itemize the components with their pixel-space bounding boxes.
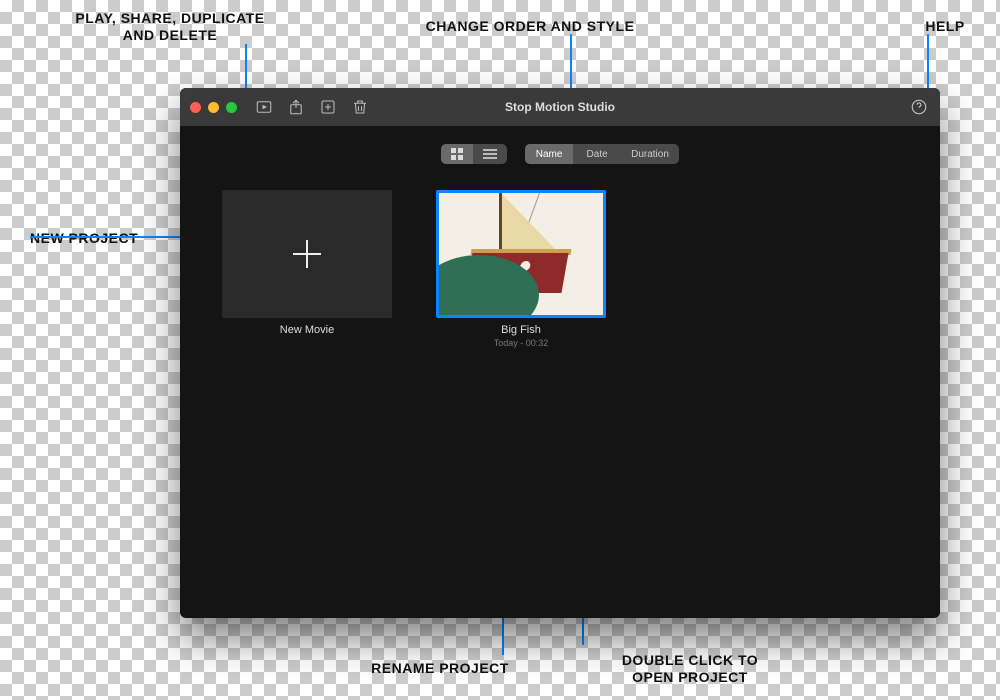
toolbar-actions: [255, 98, 369, 116]
view-mode-segment: [441, 144, 507, 164]
sort-duration-button[interactable]: Duration: [621, 144, 679, 164]
app-window: Stop Motion Studio Name Date Duration Ne…: [180, 88, 940, 618]
annotation-help: HELP: [910, 18, 980, 35]
annotation-line: [245, 44, 247, 94]
annotation-play-share: PLAY, SHARE, DUPLICATE AND DELETE: [70, 10, 270, 44]
annotation-rename: RENAME PROJECT: [340, 660, 540, 677]
window-minimize-button[interactable]: [208, 102, 219, 113]
new-project-thumbnail[interactable]: [222, 190, 392, 318]
project-thumbnail[interactable]: [436, 190, 606, 318]
duplicate-icon[interactable]: [319, 98, 337, 116]
sort-date-button[interactable]: Date: [573, 144, 621, 164]
annotation-open: DOUBLE CLICK TO OPEN PROJECT: [590, 652, 790, 686]
titlebar: Stop Motion Studio: [180, 88, 940, 126]
grid-view-button[interactable]: [441, 144, 473, 164]
project-subtitle: Today - 00:32: [494, 338, 549, 348]
projects-grid: New Movie Big Fish Today - 00:32: [180, 170, 940, 368]
window-zoom-button[interactable]: [226, 102, 237, 113]
project-tile[interactable]: Big Fish Today - 00:32: [436, 190, 606, 348]
thumbnail-art: [500, 190, 556, 252]
plus-icon: [287, 234, 327, 274]
play-icon[interactable]: [255, 98, 273, 116]
delete-icon[interactable]: [351, 98, 369, 116]
sort-name-button[interactable]: Name: [525, 144, 573, 164]
annotation-new-project: NEW PROJECT: [30, 230, 170, 247]
new-project-tile[interactable]: New Movie: [222, 190, 392, 348]
sort-segment: Name Date Duration: [525, 144, 679, 164]
view-controls: Name Date Duration: [180, 138, 940, 170]
new-project-label: New Movie: [280, 324, 334, 336]
traffic-lights: [180, 102, 237, 113]
thumbnail-art: [499, 193, 502, 255]
project-title[interactable]: Big Fish: [501, 324, 541, 336]
window-close-button[interactable]: [190, 102, 201, 113]
help-button[interactable]: [910, 98, 928, 116]
annotation-change-order: CHANGE ORDER AND STYLE: [400, 18, 660, 35]
list-view-button[interactable]: [473, 144, 507, 164]
share-icon[interactable]: [287, 98, 305, 116]
